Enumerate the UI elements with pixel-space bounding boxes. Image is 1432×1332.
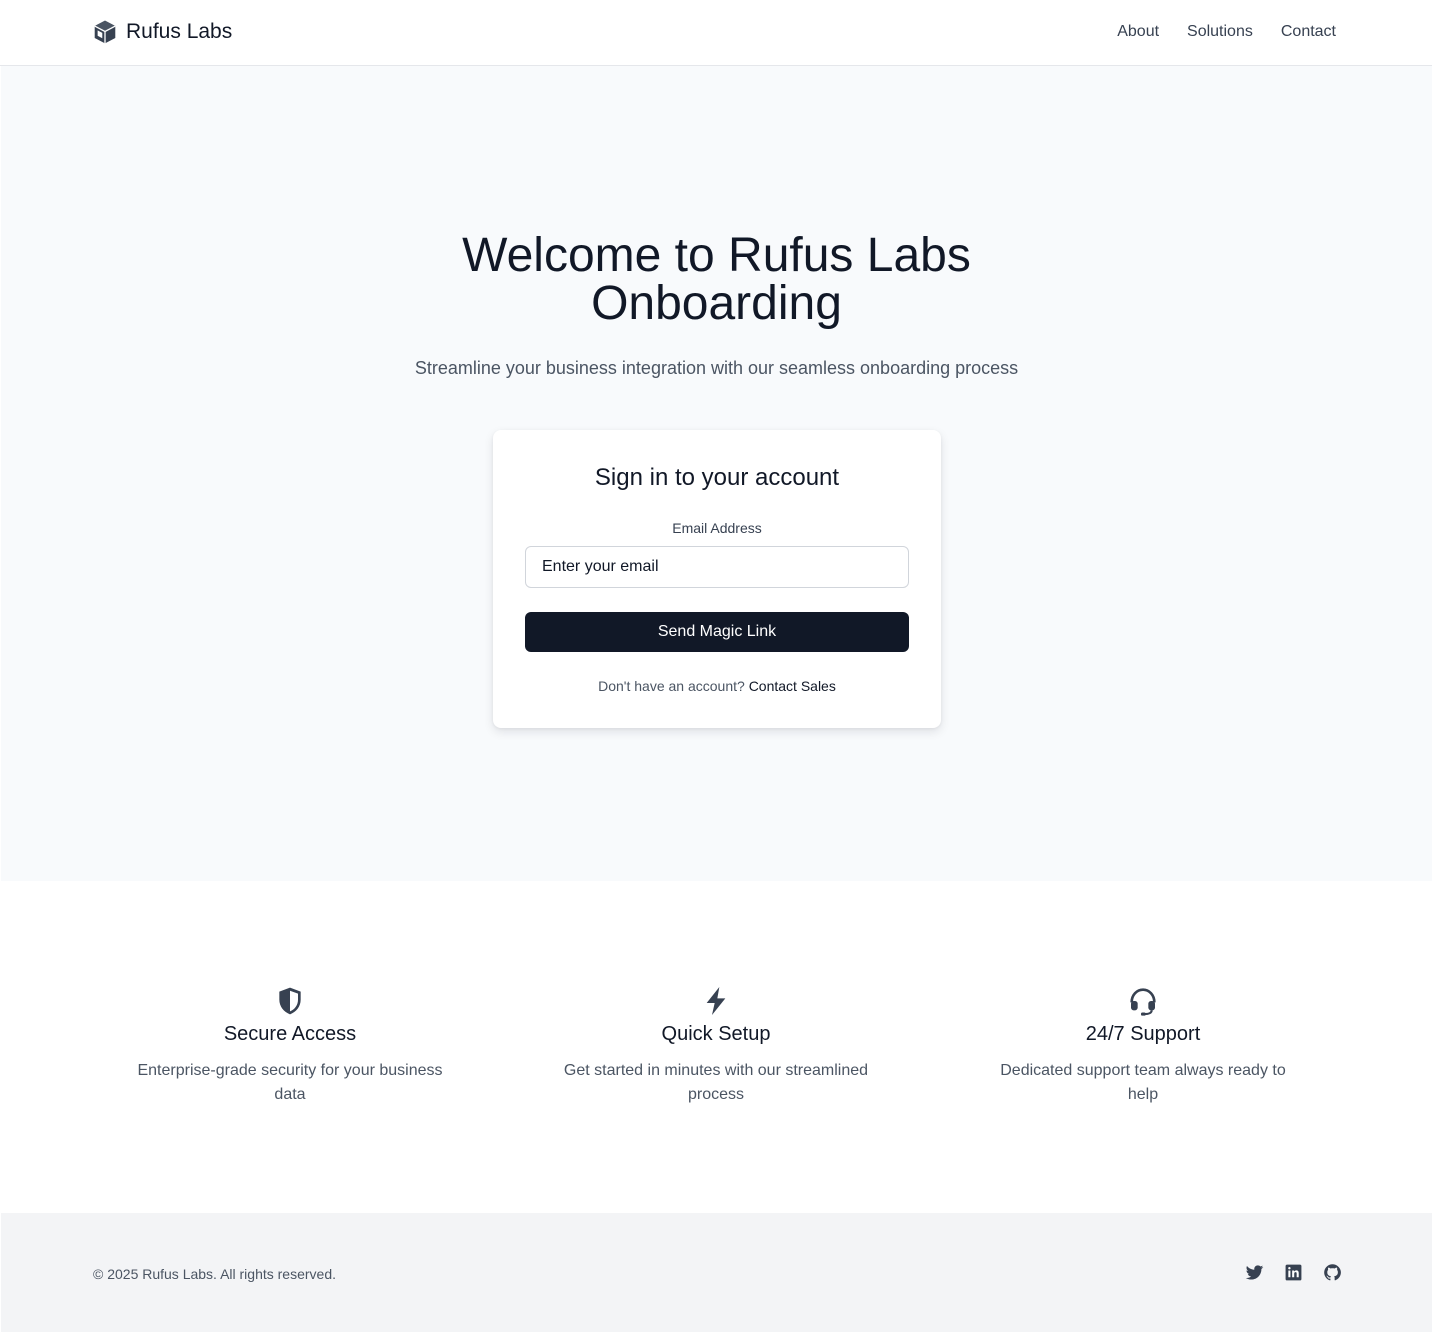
feature-description: Dedicated support team always ready to h…: [1000, 1062, 1286, 1103]
brand-logo[interactable]: Rufus Labs: [92, 18, 232, 46]
send-magic-link-button[interactable]: Send Magic Link: [525, 612, 909, 652]
nav-solutions[interactable]: Solutions: [1187, 20, 1253, 44]
email-label: Email Address: [672, 520, 762, 536]
hero-section: Welcome to Rufus Labs Onboarding Streaml…: [1, 66, 1432, 881]
twitter-icon[interactable]: [1245, 1263, 1264, 1282]
social-links: [1245, 1263, 1342, 1282]
nav-about[interactable]: About: [1117, 20, 1159, 44]
feature-title: Secure Access: [223, 1023, 357, 1045]
signin-title: Sign in to your account: [594, 464, 840, 491]
feature-support: 24/7 Support Dedicated support team alwa…: [943, 985, 1343, 1107]
email-input[interactable]: [525, 546, 909, 588]
linkedin-icon[interactable]: [1284, 1263, 1303, 1282]
hero-title-line2: Onboarding: [591, 277, 842, 330]
bolt-icon: [700, 985, 732, 1017]
feature-secure-access: Secure Access Enterprise-grade security …: [90, 985, 490, 1107]
site-footer: © 2025 Rufus Labs. All rights reserved.: [1, 1213, 1432, 1332]
shield-icon: [274, 985, 306, 1017]
copyright-text: © 2025 Rufus Labs. All rights reserved.: [93, 1266, 336, 1282]
github-icon[interactable]: [1323, 1263, 1342, 1282]
features-section: Secure Access Enterprise-grade security …: [0, 881, 1432, 1213]
hero-title-line1: Welcome to Rufus Labs: [462, 229, 971, 282]
signin-card: Sign in to your account Email Address Se…: [493, 430, 941, 728]
no-account-text: Don't have an account?: [598, 678, 745, 694]
site-header: Rufus Labs About Solutions Contact: [0, 0, 1432, 66]
feature-description: Enterprise-grade security for your busin…: [137, 1062, 443, 1103]
nav-contact[interactable]: Contact: [1281, 20, 1336, 44]
cube-icon: [92, 19, 118, 45]
main-nav: About Solutions Contact: [1117, 20, 1336, 44]
headset-icon: [1127, 985, 1159, 1017]
feature-quick-setup: Quick Setup Get started in minutes with …: [516, 985, 916, 1107]
hero-subtitle: Streamline your business integration wit…: [414, 358, 1019, 378]
feature-title: 24/7 Support: [1085, 1023, 1201, 1045]
feature-description: Get started in minutes with our streamli…: [563, 1062, 869, 1103]
contact-sales-link[interactable]: Contact Sales: [749, 678, 836, 694]
hero-title: Welcome to Rufus Labs Onboarding: [1, 232, 1432, 328]
brand-name: Rufus Labs: [126, 20, 233, 43]
signup-prompt: Don't have an account? Contact Sales: [493, 676, 941, 696]
feature-title: Quick Setup: [661, 1023, 771, 1045]
